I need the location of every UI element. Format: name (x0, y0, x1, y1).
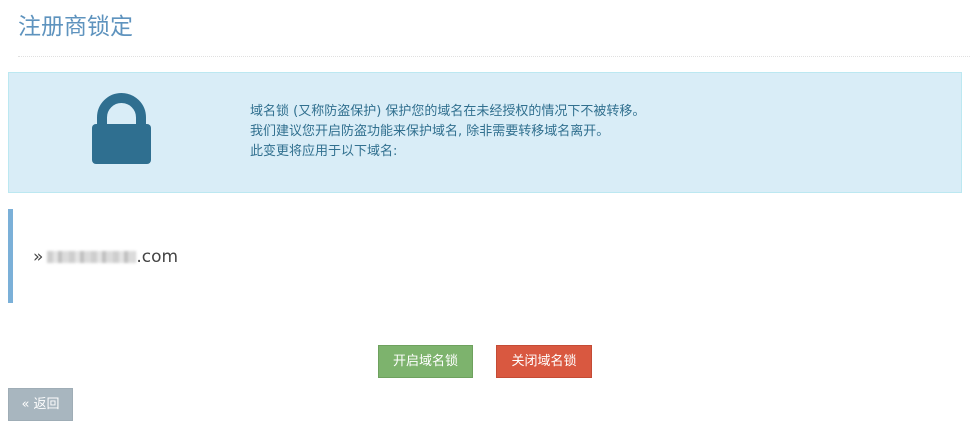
domain-blockquote: » .com (8, 209, 962, 303)
domain-item: » .com (33, 246, 178, 268)
lock-shackle (97, 93, 146, 126)
info-text: 域名锁 (又称防盗保护) 保护您的域名在未经授权的情况下不被转移。 我们建议您开… (250, 102, 645, 162)
registrar-lock-page: 注册商锁定 域名锁 (又称防盗保护) 保护您的域名在未经授权的情况下不被转移。 … (0, 0, 972, 429)
domain-name-redacted (47, 251, 137, 263)
info-alert: 域名锁 (又称防盗保护) 保护您的域名在未经授权的情况下不被转移。 我们建议您开… (8, 72, 962, 193)
lock-body (92, 124, 151, 164)
disable-lock-button[interactable]: 关闭域名锁 (496, 345, 592, 378)
enable-lock-button[interactable]: 开启域名锁 (378, 345, 473, 378)
info-line-2: 我们建议您开启防盗功能来保护域名, 除非需要转移域名离开。 (250, 124, 610, 139)
info-line-1: 域名锁 (又称防盗保护) 保护您的域名在未经授权的情况下不被转移。 (250, 104, 646, 119)
domain-bullet: » (33, 247, 44, 267)
lock-icon (92, 92, 152, 164)
title-divider (18, 56, 970, 57)
page-title: 注册商锁定 (18, 14, 133, 40)
domain-tld: .com (136, 247, 179, 267)
back-button[interactable]: « 返回 (8, 388, 73, 421)
info-line-3: 此变更将应用于以下域名: (250, 144, 398, 159)
